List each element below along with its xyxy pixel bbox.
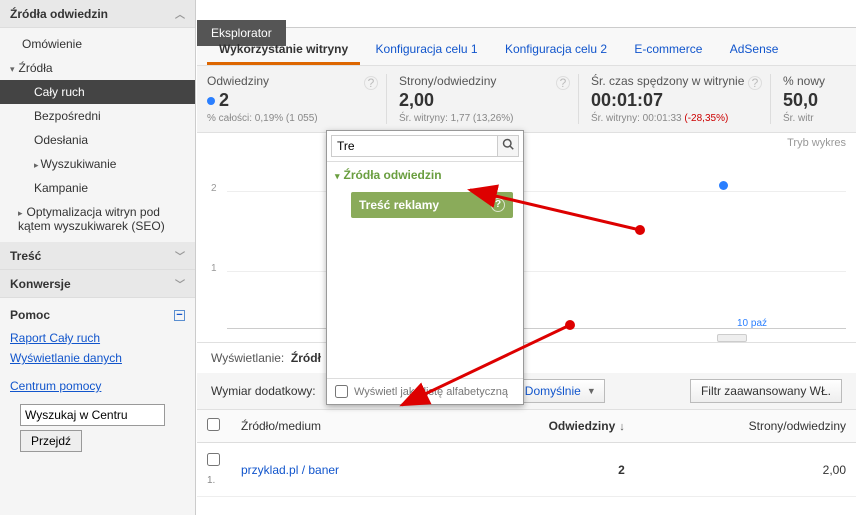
help-center-link[interactable]: Centrum pomocy (10, 376, 185, 396)
dim-label: Wymiar dodatkowy: (211, 384, 316, 398)
series-dot-icon (207, 97, 215, 105)
col-pages-per-visit[interactable]: Strony/odwiedziny (635, 410, 856, 443)
chevron-up-icon: ︿ (175, 6, 185, 21)
chart-mode-label[interactable]: Tryb wykres (787, 137, 846, 149)
help-icon[interactable]: ? (748, 76, 762, 90)
dimension-item-ad-content[interactable]: Treść reklamy ? (351, 192, 513, 218)
col-visits[interactable]: Odwiedziny↓ (453, 410, 634, 443)
row-checkbox[interactable] (207, 453, 220, 466)
metric-pages-value: 2,00 (399, 90, 558, 111)
nav-search[interactable]: Wyszukiwanie (0, 152, 195, 176)
metric-time-delta: (-28,35%) (684, 113, 728, 124)
metric-visits-label: Odwiedziny (207, 74, 366, 88)
caret-down-icon: ▼ (587, 386, 596, 396)
help-icon[interactable]: ? (556, 76, 570, 90)
select-all-checkbox[interactable] (207, 418, 220, 431)
table-row: 1. przyklad.pl / baner 2 2,00 (197, 443, 856, 497)
nav-overview[interactable]: Omówienie (0, 32, 195, 56)
metric-new-value: 50,0 (783, 90, 825, 111)
nav-all-traffic[interactable]: Cały ruch (0, 80, 195, 104)
panel-content-label: Treść (10, 249, 41, 263)
dimension-category[interactable]: Źródła odwiedzin (327, 162, 523, 188)
panel-sources-label: Źródła odwiedzin (10, 7, 108, 21)
metric-time-sub: Śr. witryny: 00:01:33 (591, 113, 684, 124)
chart-y-1: 1 (211, 263, 217, 274)
chart-x-label: 10 paź (737, 318, 767, 329)
chart-y-2: 2 (211, 183, 217, 194)
help-link-display[interactable]: Wyświetlanie danych (10, 348, 185, 368)
metric-pages-sub: Śr. witryny: 1,77 (399, 113, 473, 124)
alpha-list-checkbox[interactable] (335, 385, 348, 398)
row-pages: 2,00 (635, 443, 856, 497)
dimension-search-panel: Źródła odwiedzin Treść reklamy ? Wyświet… (326, 130, 524, 405)
row-visits: 2 (618, 463, 625, 477)
display-label: Wyświetlanie: (211, 351, 284, 365)
subtab-goal2[interactable]: Konfiguracja celu 2 (493, 36, 619, 62)
panel-conversions[interactable]: Konwersje ﹀ (0, 270, 195, 298)
collapse-icon[interactable]: − (174, 310, 185, 321)
display-value[interactable]: Źródł (291, 351, 321, 365)
metric-new-label: % nowy (783, 74, 825, 88)
nav-referral[interactable]: Odesłania (0, 128, 195, 152)
help-search-go[interactable]: Przejdź (20, 430, 82, 452)
source-medium-link[interactable]: przyklad.pl / baner (241, 463, 339, 477)
panel-content[interactable]: Treść ﹀ (0, 242, 195, 270)
chart-drag-handle[interactable] (717, 334, 747, 342)
metric-new-sub: Śr. witr (783, 113, 825, 124)
search-icon[interactable] (497, 135, 519, 157)
nav-seo[interactable]: Optymalizacja witryn pod kątem wyszukiwa… (0, 200, 195, 238)
panel-conversions-label: Konwersje (10, 277, 71, 291)
help-search-input[interactable] (20, 404, 165, 426)
metric-pages-label: Strony/odwiedziny (399, 74, 558, 88)
col-source-medium[interactable]: Źródło/medium (231, 410, 453, 443)
help-title: Pomoc (10, 308, 50, 322)
metric-pages-delta: (13,26%) (473, 113, 514, 124)
metric-time-value: 00:01:07 (591, 90, 750, 111)
sort-down-icon: ↓ (619, 421, 625, 433)
chevron-down-icon: ﹀ (175, 248, 185, 263)
nav-direct[interactable]: Bezpośredni (0, 104, 195, 128)
subtab-usage[interactable]: Wykorzystanie witryny (207, 36, 360, 65)
chevron-down-icon: ﹀ (175, 276, 185, 291)
chart-data-point[interactable] (719, 181, 728, 190)
sort-type-dropdown[interactable]: Domyślnie ▼ (516, 379, 605, 403)
row-number: 1. (207, 475, 221, 486)
metric-visits-sub: % całości: 0,19% (1 055) (207, 113, 366, 124)
sort-value: Domyślnie (525, 384, 581, 398)
nav-sources[interactable]: Źródła (0, 56, 195, 80)
subtab-ecommerce[interactable]: E-commerce (622, 36, 714, 62)
metric-visits-value: 2 (219, 90, 229, 111)
dimension-item-label: Treść reklamy (359, 198, 439, 212)
advanced-filter-button[interactable]: Filtr zaawansowany WŁ. (690, 379, 842, 403)
alpha-list-label: Wyświetl jako listę alfabetyczną (354, 386, 508, 398)
subtab-goal1[interactable]: Konfiguracja celu 1 (364, 36, 490, 62)
metric-time-label: Śr. czas spędzony w witrynie (591, 74, 750, 88)
nav-campaigns[interactable]: Kampanie (0, 176, 195, 200)
panel-sources[interactable]: Źródła odwiedzin ︿ (0, 0, 195, 28)
help-icon[interactable]: ? (491, 198, 505, 212)
subtab-adsense[interactable]: AdSense (718, 36, 791, 62)
help-icon[interactable]: ? (364, 76, 378, 90)
dimension-search-input[interactable] (331, 135, 497, 157)
help-link-report[interactable]: Raport Cały ruch (10, 328, 185, 348)
